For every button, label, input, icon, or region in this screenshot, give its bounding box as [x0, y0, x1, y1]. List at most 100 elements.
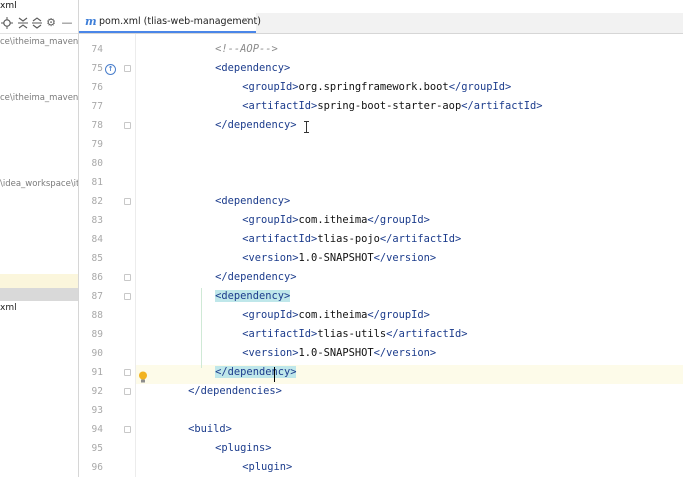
code-token: tlias-pojo [317, 233, 380, 245]
tree-row[interactable]: ce\itheima_maven_p [0, 92, 78, 104]
code-token: </dependencies> [188, 385, 282, 397]
code-line[interactable]: <!--AOP--> [215, 40, 278, 59]
code-line[interactable]: </dependency> [215, 116, 296, 135]
run-gutter-icon[interactable]: ↑ [105, 64, 116, 75]
code-token: </artifactId> [461, 100, 543, 112]
tree-row[interactable]: \idea_workspace\it [0, 178, 78, 190]
line-number: 87 [91, 291, 103, 302]
tab-pom-xml[interactable]: m pom.xml (tlias-web-management) × [79, 13, 261, 33]
code-line[interactable]: <groupId>com.itheima</groupId> [242, 306, 430, 325]
code-token: </groupId> [448, 81, 512, 93]
line-number: 89 [91, 329, 103, 340]
code-token: <artifactId> [242, 100, 318, 112]
code-line[interactable]: <version>1.0-SNAPSHOT</version> [242, 344, 436, 363]
current-line-highlight [79, 365, 683, 384]
code-token: <build> [188, 423, 232, 435]
code-line[interactable]: <artifactId>tlias-pojo</artifactId> [242, 230, 461, 249]
fold-marker-icon[interactable] [124, 369, 131, 376]
project-panel-header-label: xml [0, 1, 17, 11]
code-line[interactable]: <artifactId>tlias-utils</artifactId> [242, 325, 467, 344]
code-line[interactable]: <dependency> [215, 192, 290, 211]
code-token: <dependency> [215, 290, 291, 302]
code-line[interactable]: <plugins> [215, 439, 271, 458]
tree-row[interactable]: xml [0, 302, 17, 314]
tree-row-selected [0, 288, 78, 301]
code-token: </artifactId> [386, 328, 468, 340]
fold-marker-icon[interactable] [124, 65, 131, 72]
code-token: 1.0-SNAPSHOT [298, 347, 374, 359]
line-number: 78 [91, 120, 103, 131]
code-line[interactable]: <groupId>org.springframework.boot</group… [242, 78, 511, 97]
code-token: org.springframework.boot [298, 81, 449, 93]
close-icon[interactable]: × [242, 16, 250, 26]
maven-file-icon: m [85, 15, 97, 28]
line-number: 94 [91, 424, 103, 435]
code-token: <!--AOP--> [215, 43, 278, 55]
fold-marker-icon[interactable] [124, 122, 131, 129]
collapse-all-icon[interactable] [30, 14, 44, 31]
code-token: <dependency> [215, 195, 291, 207]
indent-guide [201, 288, 202, 368]
code-token: spring-boot-starter-aop [317, 100, 462, 112]
code-line[interactable]: </dependency> [215, 363, 297, 382]
code-token: </groupId> [367, 214, 430, 226]
line-number: 77 [91, 101, 103, 112]
fold-marker-icon[interactable] [124, 198, 131, 205]
code-line[interactable]: <groupId>com.itheima</groupId> [242, 211, 430, 230]
tree-row[interactable]: ce\itheima_maven_ [0, 36, 78, 48]
code-token: <plugin> [242, 461, 293, 473]
line-number: 74 [91, 44, 103, 55]
code-line[interactable]: </dependencies> [188, 382, 282, 401]
code-token: com.itheima [298, 309, 368, 321]
code-editor[interactable]: 74 <!--AOP--> 75 <dependency> 76 <groupId>org… [79, 34, 683, 477]
fold-marker-icon[interactable] [124, 274, 131, 281]
code-line[interactable]: <dependency> [215, 59, 290, 78]
line-number: 91 [91, 367, 103, 378]
text-cursor-icon [303, 118, 310, 133]
line-number: 83 [91, 215, 103, 226]
fold-marker-icon[interactable] [124, 388, 131, 395]
expand-all-icon[interactable] [16, 14, 30, 31]
intention-bulb-icon[interactable] [138, 368, 148, 383]
line-number: 90 [91, 348, 103, 359]
line-number: 85 [91, 253, 103, 264]
code-token: <groupId> [242, 214, 299, 226]
settings-gear-icon[interactable]: ⚙ [44, 14, 58, 31]
code-token: dependency [221, 62, 284, 74]
code-token: </artifactId> [379, 233, 462, 245]
code-token: </version> [373, 347, 437, 359]
line-number: 86 [91, 272, 103, 283]
code-token: </groupId> [367, 309, 430, 321]
code-line[interactable]: <plugin> [242, 458, 292, 477]
code-line[interactable]: <build> [188, 420, 232, 439]
code-token: <version> [242, 347, 299, 359]
code-token: <version> [242, 252, 299, 264]
code-line[interactable]: <artifactId>spring-boot-starter-aop</art… [242, 97, 542, 116]
line-number: 80 [91, 158, 103, 169]
minimize-icon[interactable]: — [60, 14, 74, 31]
code-token: </dependency> [215, 271, 297, 283]
gutter-separator [135, 34, 136, 477]
code-token: <artifactId> [242, 328, 318, 340]
line-number: 84 [91, 234, 103, 245]
code-token: > [283, 62, 291, 74]
editor-tab-bar: m pom.xml (tlias-web-management) × [79, 13, 683, 34]
code-line[interactable]: <dependency> [215, 287, 291, 306]
code-token: <plugins> [215, 442, 272, 454]
code-token: </dependency> [215, 366, 297, 378]
line-number: 81 [91, 177, 103, 188]
fold-marker-icon[interactable] [124, 293, 131, 300]
code-line[interactable]: <version>1.0-SNAPSHOT</version> [242, 249, 436, 268]
line-number: 92 [91, 386, 103, 397]
code-token: <groupId> [242, 309, 299, 321]
fold-marker-icon[interactable] [124, 426, 131, 433]
code-token: <groupId> [242, 81, 299, 93]
locate-icon[interactable] [0, 14, 14, 31]
code-token: 1.0-SNAPSHOT [298, 252, 374, 264]
tab-label: pom.xml (tlias-web-management) [99, 16, 261, 27]
code-token: tlias-utils [317, 328, 387, 340]
code-line[interactable]: </dependency> [215, 268, 296, 287]
code-token: com.itheima [298, 214, 368, 226]
line-number: 79 [91, 139, 103, 150]
project-panel: xml ⚙ — ce\itheima_maven_ ce\itheima_mav… [0, 0, 79, 477]
